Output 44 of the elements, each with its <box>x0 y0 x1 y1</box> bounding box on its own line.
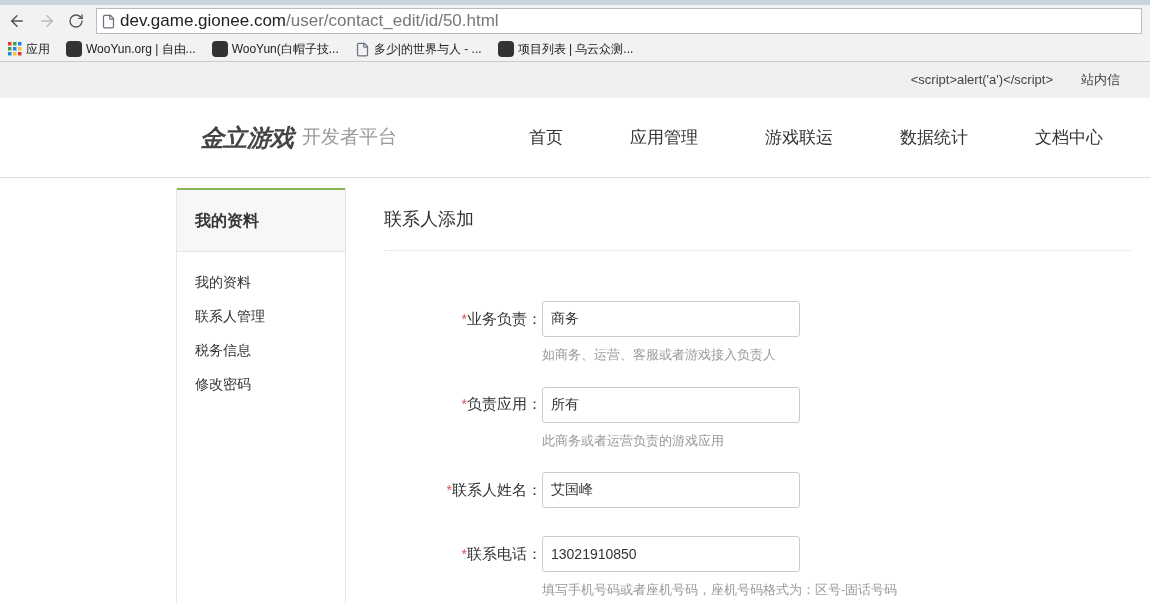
nav-link[interactable]: 文档中心 <box>1034 124 1103 151</box>
required-mark: * <box>461 395 467 414</box>
back-icon[interactable] <box>8 12 26 30</box>
top-link[interactable]: 站内信 <box>1081 70 1120 90</box>
field-hint: 如商务、运营、客服或者游戏接入负责人 <box>542 346 777 364</box>
page-icon <box>101 13 116 29</box>
sidebar-item[interactable]: 我的资料 <box>195 272 345 292</box>
bookmark[interactable]: 应用 <box>8 40 50 58</box>
sidebar-item[interactable]: 联系人管理 <box>195 306 345 326</box>
nav-link[interactable]: 数据统计 <box>899 124 968 151</box>
sidebar-item[interactable]: 修改密码 <box>195 374 345 394</box>
logo-subtitle: 开发者平台 <box>301 125 397 150</box>
bookmark[interactable]: WooYun.org | 自由... <box>66 40 196 58</box>
field-hint: 填写手机号码或者座机号码，座机号码格式为：区号-固话号码 <box>542 581 899 599</box>
text-field[interactable]: 艾国峰 <box>542 472 800 508</box>
required-mark: * <box>461 544 467 564</box>
nav-link[interactable]: 游戏联运 <box>764 124 833 151</box>
field-label: 负责应用： <box>467 394 542 415</box>
url-text: dev.game.gionee.com/user/contact_edit/id/50.html <box>120 10 499 33</box>
nav-link[interactable]: 首页 <box>528 124 563 151</box>
field-hint: 此商务或者运营负责的游戏应用 <box>542 431 725 450</box>
field-label: 联系电话： <box>467 543 542 564</box>
field-label: 联系人姓名： <box>452 479 542 500</box>
sidebar-item[interactable]: 税务信息 <box>195 340 345 360</box>
required-mark: * <box>446 480 452 500</box>
reload-icon[interactable] <box>68 13 84 29</box>
text-field[interactable]: 13021910850 <box>542 536 800 572</box>
text-field[interactable]: 商务 <box>542 301 800 337</box>
site-favicon-icon <box>497 41 514 57</box>
section-title: 联系人添加 <box>384 188 1132 251</box>
required-mark: * <box>461 309 467 329</box>
site-favicon-icon <box>211 41 228 57</box>
top-link[interactable]: <script>alert('a')</script> <box>910 70 1053 90</box>
text-field[interactable]: 所有 <box>542 386 800 423</box>
bookmark[interactable]: WooYun(白帽子技... <box>211 40 339 58</box>
nav-link[interactable]: 应用管理 <box>629 124 698 151</box>
apps-grid-icon <box>8 42 22 56</box>
page-icon <box>354 41 370 57</box>
address-bar[interactable]: dev.game.gionee.com/user/contact_edit/id/50.html <box>96 8 1142 34</box>
site-favicon-icon <box>66 41 82 57</box>
field-label: 业务负责： <box>467 308 542 329</box>
bookmark[interactable]: 项目列表 | 乌云众测... <box>497 40 634 58</box>
bookmark[interactable]: 多少|的世界与人 - ... <box>354 40 482 58</box>
sidebar-title: 我的资料 <box>177 188 345 252</box>
